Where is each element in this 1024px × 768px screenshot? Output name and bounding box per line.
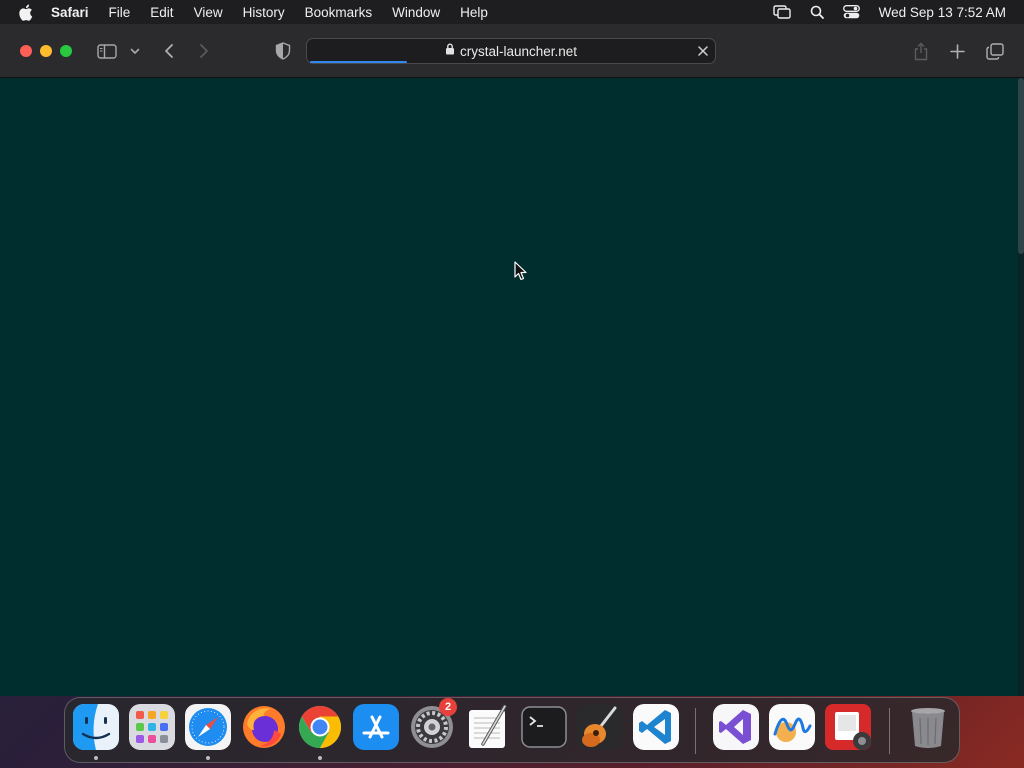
dock-launchpad-icon[interactable] <box>129 704 175 750</box>
vertical-scrollbar[interactable] <box>1018 78 1024 696</box>
safari-running-indicator <box>206 756 210 760</box>
tab-overview-icon[interactable] <box>984 40 1006 62</box>
dock-separator-trash <box>889 708 890 754</box>
dock-freeform-icon[interactable] <box>769 704 815 750</box>
page-load-progress-bar <box>310 61 407 63</box>
system-settings-badge: 2 <box>439 698 457 716</box>
menu-app-safari[interactable]: Safari <box>51 5 89 20</box>
menu-help[interactable]: Help <box>460 5 488 20</box>
close-window-button[interactable] <box>20 45 32 57</box>
menu-edit[interactable]: Edit <box>150 5 173 20</box>
apple-menu-icon[interactable] <box>18 3 36 21</box>
menu-view[interactable]: View <box>194 5 223 20</box>
minimize-window-button[interactable] <box>40 45 52 57</box>
menu-window[interactable]: Window <box>392 5 440 20</box>
dock-safari-icon[interactable] <box>185 704 231 750</box>
safari-window: crystal-launcher.net <box>0 24 1024 696</box>
address-bar[interactable]: crystal-launcher.net <box>306 38 716 64</box>
mouse-pointer-icon <box>514 261 528 281</box>
forward-chevron-icon[interactable] <box>193 40 215 62</box>
screen-mirroring-icon[interactable] <box>772 4 791 20</box>
sidebar-toggle-icon[interactable] <box>96 40 118 62</box>
stop-loading-close-icon[interactable] <box>695 43 711 59</box>
dock-vscode-icon[interactable] <box>633 704 679 750</box>
menu-bar: Safari File Edit View History Bookmarks … <box>0 0 1024 24</box>
dock-firefox-icon[interactable] <box>241 704 287 750</box>
new-tab-plus-icon[interactable] <box>946 40 968 62</box>
tab-group-chevron-down-icon[interactable] <box>125 40 145 62</box>
back-chevron-icon[interactable] <box>158 40 180 62</box>
url-text: crystal-launcher.net <box>459 43 578 59</box>
share-icon[interactable] <box>910 40 932 62</box>
dock: 2 <box>64 697 960 763</box>
dock-trash-icon[interactable] <box>905 704 951 750</box>
menu-file[interactable]: File <box>109 5 131 20</box>
dock-visual-studio-icon[interactable] <box>713 704 759 750</box>
menu-history[interactable]: History <box>243 5 285 20</box>
dock-system-settings-icon[interactable]: 2 <box>409 698 457 750</box>
control-center-icon[interactable] <box>843 4 861 20</box>
scrollbar-thumb[interactable] <box>1018 78 1024 254</box>
zoom-window-button[interactable] <box>60 45 72 57</box>
dock-app-store-icon[interactable] <box>353 704 399 750</box>
menubar-status-area: Wed Sep 13 7:52 AM <box>756 0 1006 24</box>
finder-running-indicator <box>94 756 98 760</box>
menu-bookmarks[interactable]: Bookmarks <box>305 5 373 20</box>
lock-icon <box>445 42 455 60</box>
dock-garageband-icon[interactable] <box>577 704 623 750</box>
menubar-clock[interactable]: Wed Sep 13 7:52 AM <box>879 5 1006 20</box>
chrome-running-indicator <box>318 756 322 760</box>
dock-finder-icon[interactable] <box>73 704 119 750</box>
dock-separator <box>695 708 696 754</box>
dock-terminal-icon[interactable] <box>521 704 567 750</box>
dock-photo-booth-icon[interactable] <box>825 704 871 750</box>
safari-toolbar: crystal-launcher.net <box>0 24 1024 78</box>
dock-textedit-icon[interactable] <box>465 704 511 750</box>
dock-chrome-icon[interactable] <box>297 704 343 750</box>
web-page-content[interactable] <box>0 78 1024 696</box>
privacy-shield-icon[interactable] <box>272 40 294 62</box>
spotlight-search-icon[interactable] <box>808 4 826 20</box>
